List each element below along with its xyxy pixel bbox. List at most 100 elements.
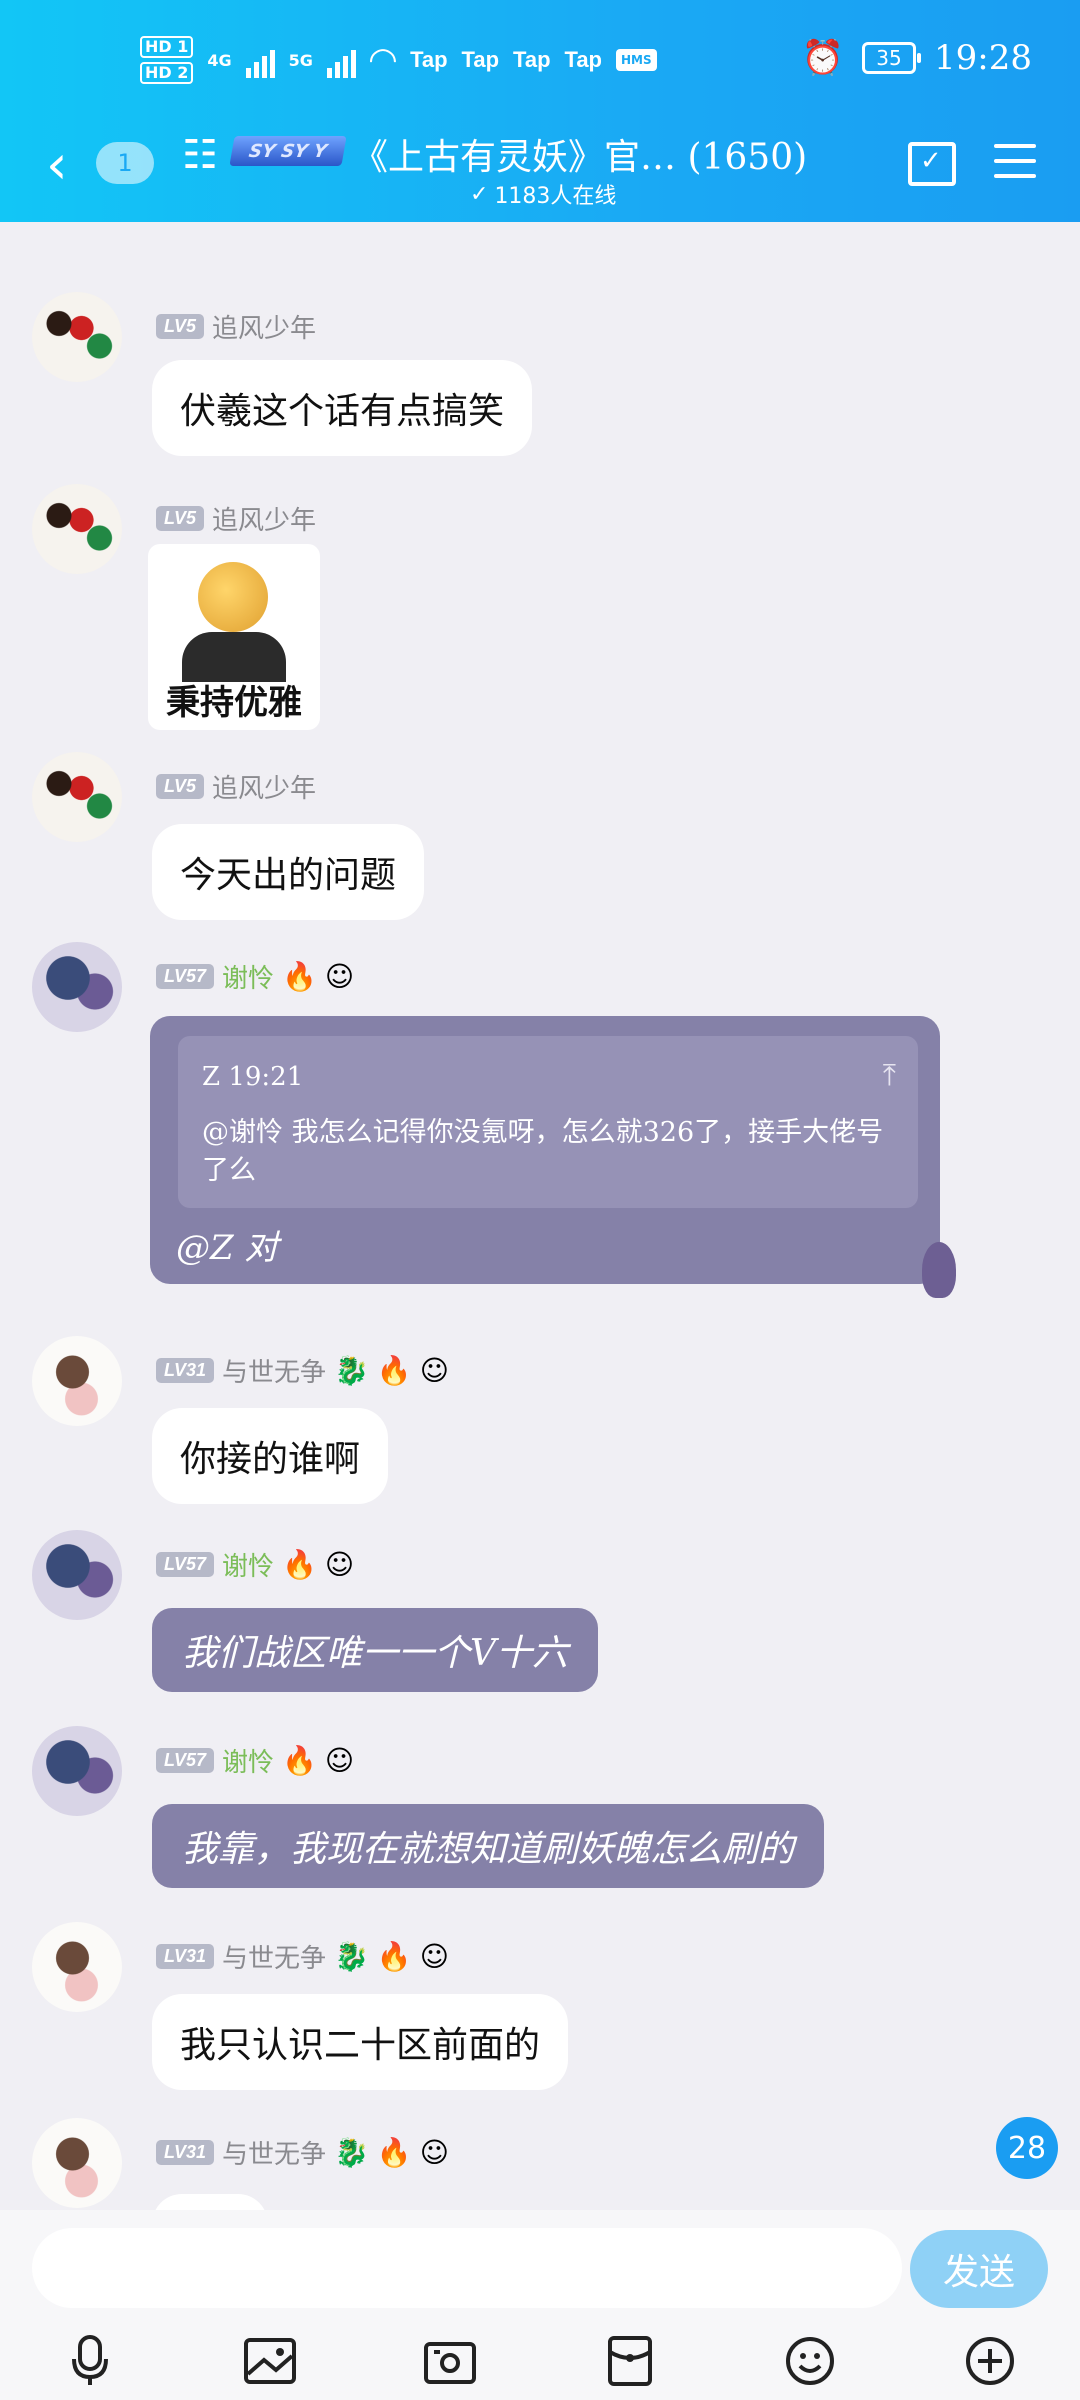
sender-meta: LV5 追风少年 xyxy=(156,500,316,537)
level-badge: LV57 xyxy=(156,964,215,989)
chat-list[interactable]: LV5 追风少年 伏羲这个话有点搞笑 LV5 追风少年 秉持优雅 LV5 追风少… xyxy=(0,222,1080,2210)
level-badge: LV31 xyxy=(156,2140,215,2165)
sender-name[interactable]: 与世无争 xyxy=(222,2134,326,2171)
ear-icon[interactable]: ☷ xyxy=(182,132,218,178)
sticker-image[interactable]: 秉持优雅 xyxy=(148,544,320,730)
camera-icon[interactable] xyxy=(420,2331,480,2391)
smile-badge-icon: ☺ xyxy=(324,960,355,993)
level-badge: LV57 xyxy=(156,1552,215,1577)
group-title[interactable]: 《上古有灵妖》官… (1650) xyxy=(352,128,807,180)
sender-name[interactable]: 与世无争 xyxy=(222,1352,326,1389)
avatar[interactable] xyxy=(32,2118,122,2208)
dragon-icon: 🐉 xyxy=(334,1354,369,1387)
clock: 19:28 xyxy=(934,38,1032,78)
level-badge: LV31 xyxy=(156,1358,215,1383)
input-bar: 发送 xyxy=(0,2210,1080,2400)
unread-messages-badge[interactable]: 28 xyxy=(996,2117,1058,2179)
smile-badge-icon: ☺ xyxy=(324,1744,355,1777)
fire-icon: 🔥 xyxy=(282,1548,317,1581)
online-count: ✓ 1183人在线 xyxy=(470,178,616,210)
sender-meta: LV57 谢怜 🔥 ☺ xyxy=(156,958,354,995)
avatar[interactable] xyxy=(32,752,122,842)
avatar[interactable] xyxy=(32,1530,122,1620)
smile-badge-icon: ☺ xyxy=(419,1940,449,1973)
message-bubble[interactable]: 我只认识二十区前面的 xyxy=(152,1994,569,2090)
message-bubble[interactable]: 我们战区唯一一个V十六 xyxy=(152,1608,598,1692)
net1-label: 4G xyxy=(207,50,232,70)
sender-meta: LV31 与世无争 🐉 🔥 ☺ xyxy=(156,2134,449,2171)
calendar-check-icon[interactable] xyxy=(908,142,956,186)
sender-name[interactable]: 与世无争 xyxy=(222,1938,326,1975)
send-button[interactable]: 发送 xyxy=(910,2230,1048,2308)
avatar[interactable] xyxy=(32,1336,122,1426)
quoted-message[interactable]: Z 19:21 ⤒ @谢怜 我怎么记得你没氪呀，怎么就326了，接手大佬号了么 xyxy=(178,1036,918,1208)
plus-icon[interactable] xyxy=(960,2331,1020,2391)
message-bubble[interactable]: 伏羲这个话有点搞笑 xyxy=(152,360,533,456)
smile-badge-icon: ☺ xyxy=(324,1548,355,1581)
message-bubble[interactable]: 我靠，我现在就想知道刷妖魄怎么刷的 xyxy=(152,1804,825,1888)
dragon-icon: 🐉 xyxy=(334,2136,369,2169)
status-bar: HD 1 HD 2 4G 5G ◠ Tap Tap Tap Tap HMS ⏰ … xyxy=(0,30,1080,100)
sticker-face xyxy=(198,562,268,632)
sender-name[interactable]: 追风少年 xyxy=(212,500,316,537)
microphone-icon[interactable] xyxy=(60,2331,120,2391)
message-input[interactable] xyxy=(32,2228,902,2308)
status-right: ⏰ 35 19:28 xyxy=(802,38,1032,78)
message-bubble[interactable]: 今天出的问题 xyxy=(152,824,425,920)
hd2-indicator: HD 2 xyxy=(140,62,194,84)
sender-name[interactable]: 谢怜 xyxy=(222,1742,274,1779)
status-left: HD 1 HD 2 4G 5G ◠ Tap Tap Tap Tap HMS xyxy=(140,36,657,84)
avatar[interactable] xyxy=(32,292,122,382)
input-toolbar xyxy=(0,2328,1080,2394)
quote-header: Z 19:21 xyxy=(202,1062,304,1092)
avatar[interactable] xyxy=(32,1922,122,2012)
image-icon[interactable] xyxy=(240,2331,300,2391)
wifi-icon: ◠ xyxy=(369,40,397,80)
tap-label-3: Tap xyxy=(513,47,551,72)
avatar[interactable] xyxy=(32,942,122,1032)
quote-body: @谢怜 我怎么记得你没氪呀，怎么就326了，接手大佬号了么 xyxy=(202,1117,884,1186)
sender-name[interactable]: 追风少年 xyxy=(212,768,316,805)
sender-meta: LV57 谢怜 🔥 ☺ xyxy=(156,1742,354,1779)
net2-label: 5G xyxy=(288,50,313,70)
hd-indicators: HD 1 HD 2 xyxy=(140,36,194,84)
level-badge: LV31 xyxy=(156,1944,215,1969)
back-icon[interactable]: ‹ xyxy=(46,138,68,192)
hd1-indicator: HD 1 xyxy=(140,36,194,58)
signal2-icon xyxy=(326,42,356,78)
sender-meta: LV31 与世无争 🐉 🔥 ☺ xyxy=(156,1352,449,1389)
level-badge: LV5 xyxy=(156,506,205,531)
sender-meta: LV31 与世无争 🐉 🔥 ☺ xyxy=(156,1938,449,1975)
reply-text: @Z 对 xyxy=(176,1228,279,1268)
level-badge: LV57 xyxy=(156,1748,215,1773)
red-packet-icon[interactable] xyxy=(600,2331,660,2391)
avatar[interactable] xyxy=(32,484,122,574)
fire-icon: 🔥 xyxy=(282,960,317,993)
sender-name[interactable]: 谢怜 xyxy=(222,958,274,995)
smile-badge-icon: ☺ xyxy=(419,2136,449,2169)
menu-icon[interactable] xyxy=(994,144,1036,189)
avatar[interactable] xyxy=(32,1726,122,1816)
back-unread-count[interactable]: 1 xyxy=(96,142,154,184)
sender-name[interactable]: 追风少年 xyxy=(212,308,316,345)
nav-bar: ‹ 1 ☷ SY SY Y 《上古有灵妖》官… (1650) ✓ 1183人在线 xyxy=(0,120,1080,210)
bubble-pendant-icon xyxy=(922,1242,956,1298)
reply-card[interactable]: Z 19:21 ⤒ @谢怜 我怎么记得你没氪呀，怎么就326了，接手大佬号了么 … xyxy=(150,1016,956,1298)
tap-label-4: Tap xyxy=(564,47,602,72)
tap-label-2: Tap xyxy=(461,47,500,72)
tap-label-1: Tap xyxy=(410,47,448,72)
group-logo: SY SY Y xyxy=(229,136,347,166)
fire-icon: 🔥 xyxy=(376,1354,412,1387)
sender-meta: LV5 追风少年 xyxy=(156,308,316,345)
message-bubble[interactable]: 你接的谁啊 xyxy=(152,1408,389,1504)
fire-icon: 🔥 xyxy=(282,1744,317,1777)
chat-header: HD 1 HD 2 4G 5G ◠ Tap Tap Tap Tap HMS ⏰ … xyxy=(0,0,1080,222)
online-check-icon: ✓ xyxy=(470,181,489,207)
pin-top-icon: ⤒ xyxy=(882,1058,896,1093)
signal1-icon xyxy=(245,42,275,78)
emoji-icon[interactable] xyxy=(780,2331,840,2391)
sender-meta: LV5 追风少年 xyxy=(156,768,316,805)
message-bubble[interactable] xyxy=(152,2194,268,2210)
sender-name[interactable]: 谢怜 xyxy=(222,1546,274,1583)
level-badge: LV5 xyxy=(156,774,205,799)
